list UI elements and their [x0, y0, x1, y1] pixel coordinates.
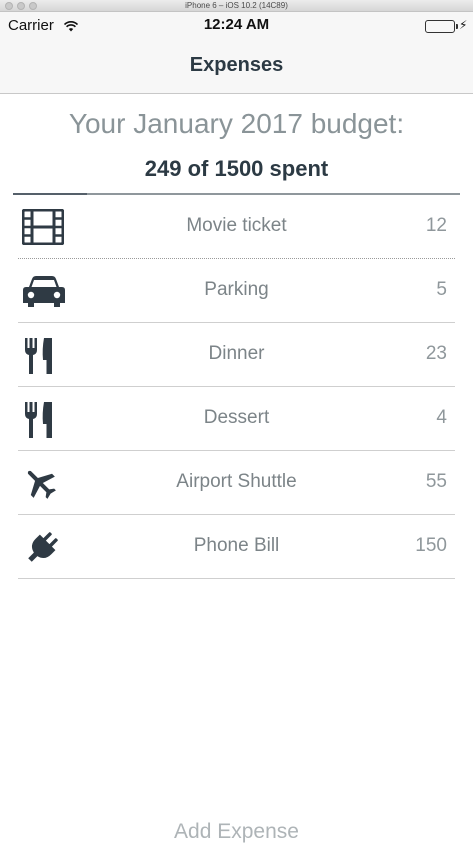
- expense-row[interactable]: Airport Shuttle 55: [18, 451, 455, 515]
- expense-name: Dinner: [208, 343, 265, 364]
- expense-amount: 55: [425, 471, 447, 492]
- expense-row[interactable]: Dinner 23: [18, 323, 455, 387]
- car-icon: [22, 273, 66, 309]
- battery-icon: [425, 20, 458, 33]
- expense-name: Dessert: [203, 407, 270, 428]
- budget-title: Your January 2017 budget:: [68, 108, 405, 139]
- add-expense-button[interactable]: Add Expense: [0, 820, 473, 844]
- page-title: Expenses: [189, 54, 284, 76]
- status-time: 12:24 AM: [203, 16, 270, 33]
- expense-amount: 12: [425, 215, 447, 236]
- expense-name: Phone Bill: [193, 535, 280, 556]
- simulator-title-bar: iPhone 6 – iOS 10.2 (14C89): [0, 0, 473, 12]
- expense-amount: 150: [415, 535, 447, 556]
- film-icon: [22, 209, 66, 245]
- expense-amount: 4: [436, 407, 447, 428]
- navigation-bar: Expenses: [0, 40, 473, 94]
- airplane-icon: [22, 465, 66, 501]
- expense-name: Parking: [204, 279, 269, 300]
- expense-name: Airport Shuttle: [176, 471, 297, 492]
- status-bar: Carrier 12:24 AM ⚡: [0, 12, 473, 40]
- cutlery-icon: [22, 337, 66, 374]
- plug-icon: [22, 529, 66, 565]
- cutlery-icon: [22, 401, 66, 438]
- simulator-title: iPhone 6 – iOS 10.2 (14C89): [185, 1, 288, 10]
- expense-name: Movie ticket: [186, 215, 287, 236]
- charging-bolt-icon: ⚡: [459, 18, 468, 32]
- budget-spent: 249 of 1500 spent: [144, 156, 329, 181]
- expense-list: Movie ticket 12 Parking 5 Dinner 23 Dess…: [18, 195, 455, 579]
- expense-row[interactable]: Dessert 4: [18, 387, 455, 451]
- expense-amount: 23: [425, 343, 447, 364]
- expense-row[interactable]: Phone Bill 150: [18, 515, 455, 579]
- expense-amount: 5: [436, 279, 447, 300]
- expense-row[interactable]: Parking 5: [18, 259, 455, 323]
- expense-row[interactable]: Movie ticket 12: [18, 195, 455, 259]
